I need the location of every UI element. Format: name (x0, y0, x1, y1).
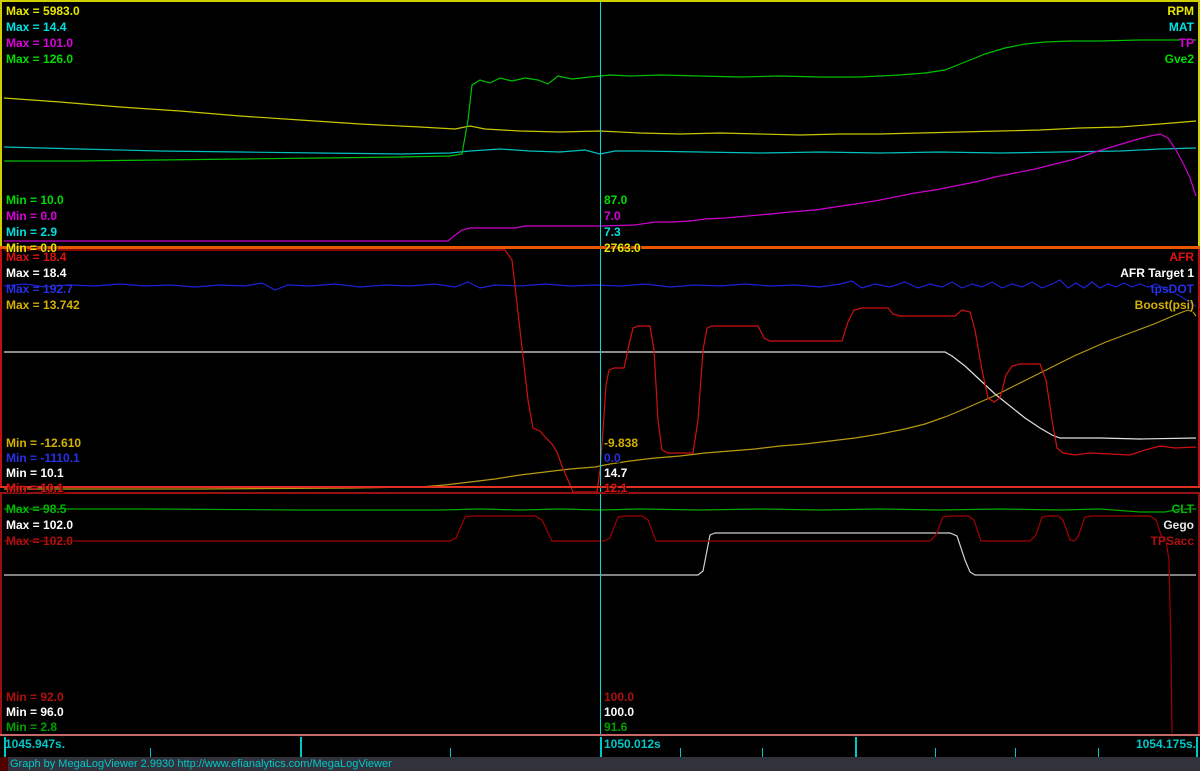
panel2-cursor-values-item: 14.7 (604, 466, 628, 480)
panel1-max-labels-item: Max = 5983.0 (6, 4, 80, 18)
panel3-cursor-values-item: 91.6 (604, 720, 628, 734)
panel2-legend-item: Boost(psi) (1134, 298, 1194, 312)
axis-tick (1015, 748, 1016, 757)
megalogviewer-graph-window: Max = 5983.0 Max = 14.4 Max = 101.0 Max = 1… (0, 0, 1200, 771)
panel2-legend-item: AFR Target 1 (1120, 266, 1194, 280)
panel3-legend-item: CLT (1171, 502, 1194, 516)
panel3-cursor-values: 100.0 100.0 91.6 (604, 690, 634, 735)
panel3-legend-item: TPSacc (1150, 534, 1194, 548)
panel1-min-labels-item: Min = 2.9 (6, 225, 58, 239)
panel3-min-labels: Min = 92.0 Min = 96.0 Min = 2.8 (6, 690, 64, 735)
panel2-legend: AFR AFR Target 1 tpsDOT Boost(psi) (1120, 249, 1194, 313)
panel3-legend: CLT Gego TPSacc (1151, 501, 1194, 549)
panel1-legend-item: MAT (1168, 20, 1194, 34)
status-bar: Graph by MegaLogViewer 2.9930 http://www… (0, 757, 1200, 771)
panel1-legend-item: RPM (1167, 4, 1194, 18)
status-corner (0, 757, 8, 771)
panel2-max-labels-item: Max = 18.4 (6, 266, 67, 280)
panel2-min-labels-item: Min = -12.610 (6, 436, 82, 450)
panel3-min-labels-item: Min = 96.0 (6, 705, 64, 719)
axis-tick (762, 748, 763, 757)
axis-tick (680, 748, 681, 757)
axis-tick (935, 748, 936, 757)
axis-tick (855, 737, 857, 757)
panel-rpm: Max = 5983.0 Max = 14.4 Max = 101.0 Max = 1… (0, 0, 1200, 255)
time-label-cursor: 1050.012s (604, 737, 661, 751)
panel2-cursor-values: -9.838 0.0 14.7 12.1 (604, 436, 638, 496)
axis-tick (1098, 748, 1099, 757)
panel-afr: Max = 18.4 Max = 18.4 Max = 192.7 Max = 13.… (0, 246, 1200, 495)
time-label-end: 1054.175s. (1135, 737, 1196, 751)
axis-tick (4, 737, 6, 757)
panel2-max-labels-item: Max = 192.7 (6, 282, 74, 296)
axis-tick (450, 748, 451, 757)
panel1-cursor-values-item: 87.0 (604, 193, 628, 207)
axis-tick (300, 737, 302, 757)
panel3-cursor-values-item: 100.0 (604, 690, 635, 704)
panel1-max-labels-item: Max = 101.0 (6, 36, 74, 50)
panel3-max-labels-item: Max = 102.0 (6, 534, 74, 548)
panel1-max-labels-item: Max = 126.0 (6, 52, 74, 66)
panel-clt: Max = 98.5 Max = 102.0 Max = 102.0 Min = 9… (0, 494, 1200, 734)
panel3-min-labels-item: Min = 92.0 (6, 690, 64, 704)
panel2-max-labels-item: Max = 18.4 (6, 250, 67, 264)
panel3-legend-item: Gego (1163, 518, 1194, 532)
panel1-cursor-values-item: 7.3 (604, 225, 621, 239)
axis-tick (600, 737, 602, 757)
panel1-min-labels-item: Min = 10.0 (6, 193, 64, 207)
panel3-max-labels-item: Max = 102.0 (6, 518, 74, 532)
time-label-start: 1045.947s. (5, 737, 66, 751)
panel2-max-labels-item: Max = 13.742 (6, 298, 80, 312)
panel2-legend-item: AFR (1169, 250, 1194, 264)
panel2-min-labels-item: Min = 10.1 (6, 466, 64, 480)
axis-tick (150, 748, 151, 757)
panel3-min-labels-item: Min = 2.8 (6, 720, 58, 734)
panel1-min-labels-item: Min = 0.0 (6, 209, 58, 223)
panel3-max-labels-item: Max = 98.5 (6, 502, 67, 516)
panel1-legend: RPM MAT TP Gve2 (1165, 3, 1194, 67)
panel1-legend-item: Gve2 (1164, 52, 1194, 66)
panel3-cursor-values-item: 100.0 (604, 705, 635, 719)
panel2-max-labels: Max = 18.4 Max = 18.4 Max = 192.7 Max = 13.… (6, 249, 80, 313)
panel2-min-labels-item: Min = -1110.1 (6, 451, 80, 465)
panel1-max-labels-item: Max = 14.4 (6, 20, 67, 34)
time-axis[interactable]: 1045.947s. 1050.012s 1054.175s. (0, 736, 1200, 757)
panel2-cursor-values-item: -9.838 (604, 436, 639, 450)
panel2-cursor-values-item: 0.0 (604, 451, 621, 465)
panel2-min-labels: Min = -12.610 Min = -1110.1 Min = 10.1 Min … (6, 436, 81, 496)
axis-tick (1196, 737, 1198, 757)
panel1-cursor-values-item: 7.0 (604, 209, 621, 223)
panel2-legend-item: tpsDOT (1150, 282, 1194, 296)
panel3-max-labels: Max = 98.5 Max = 102.0 Max = 102.0 (6, 501, 73, 549)
status-bar-text: Graph by MegaLogViewer 2.9930 http://www… (10, 758, 392, 770)
panel1-max-labels: Max = 5983.0 Max = 14.4 Max = 101.0 Max = 1… (6, 3, 80, 67)
panel1-legend-item: TP (1178, 36, 1194, 50)
